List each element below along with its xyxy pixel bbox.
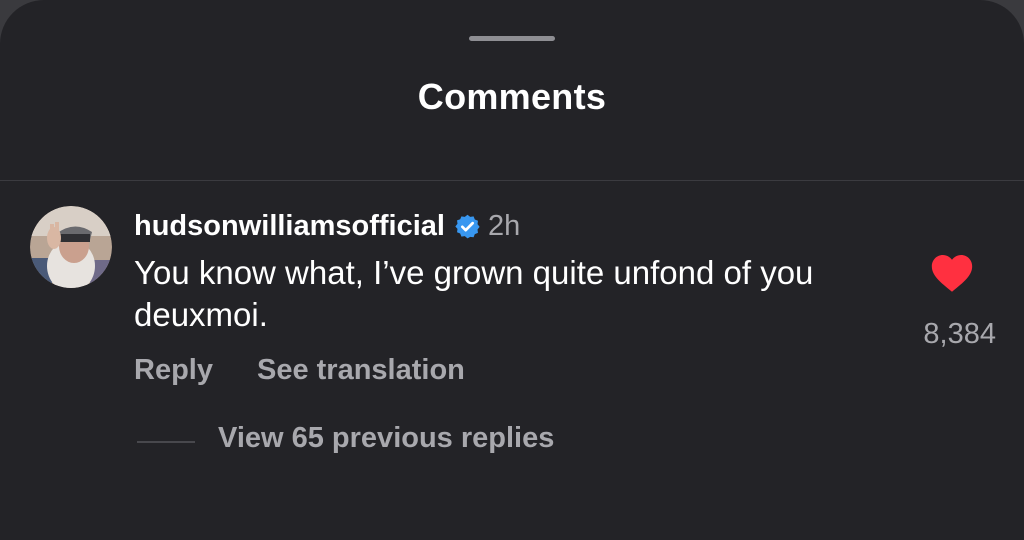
replies-divider-line bbox=[137, 441, 195, 443]
comments-sheet: Comments hudsonwilliamsofficial 2h You k… bbox=[0, 0, 1024, 540]
avatar[interactable] bbox=[30, 206, 112, 288]
see-translation-button[interactable]: See translation bbox=[257, 354, 465, 387]
comment-username[interactable]: hudsonwilliamsofficial bbox=[134, 210, 445, 243]
sheet-title: Comments bbox=[417, 76, 607, 117]
comment-actions: Reply See translation bbox=[134, 354, 465, 387]
reply-button[interactable]: Reply bbox=[134, 354, 213, 387]
header-divider bbox=[0, 180, 1024, 181]
like-count: 8,384 bbox=[923, 318, 996, 350]
avatar-image bbox=[30, 206, 112, 288]
view-previous-replies-button[interactable]: View 65 previous replies bbox=[218, 422, 554, 455]
comment-text: You know what, I’ve grown quite unfond o… bbox=[134, 254, 814, 333]
sheet-grabber-handle[interactable] bbox=[469, 36, 555, 41]
like-heart-icon[interactable] bbox=[930, 252, 974, 294]
comment-timestamp: 2h bbox=[488, 209, 521, 242]
verified-badge-icon bbox=[454, 213, 481, 240]
comment-meta: hudsonwilliamsofficial 2h bbox=[134, 206, 520, 246]
